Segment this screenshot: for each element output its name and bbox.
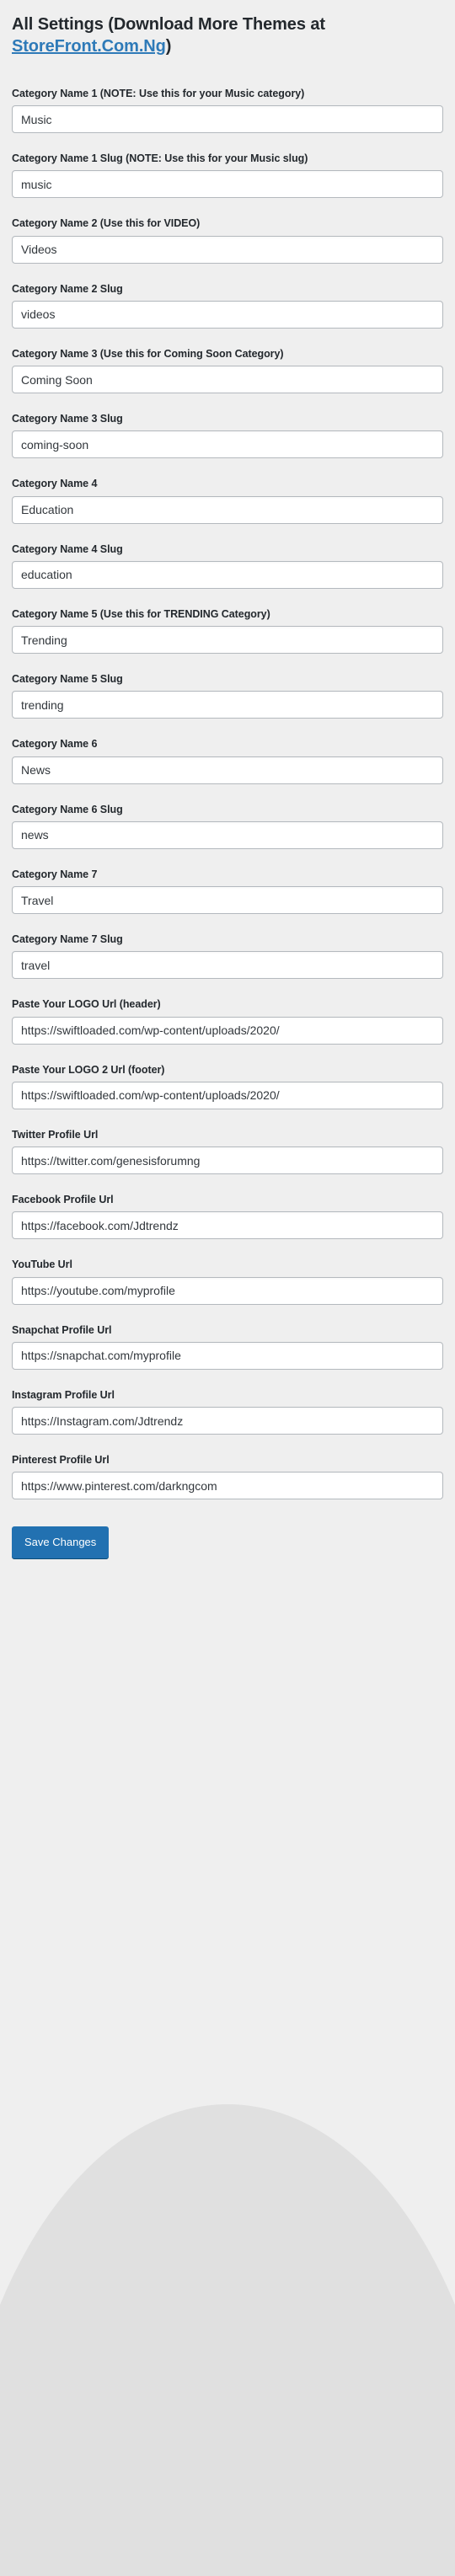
field-category-name-1-slug: Category Name 1 Slug (NOTE: Use this for… <box>12 152 443 199</box>
logo-2-url-footer-label: Paste Your LOGO 2 Url (footer) <box>12 1063 165 1076</box>
logo-url-header-input[interactable] <box>12 1016 443 1045</box>
category-name-4-input[interactable] <box>12 495 443 524</box>
field-category-name-3: Category Name 3 (Use this for Coming Soo… <box>12 347 443 394</box>
logo-2-url-footer-input[interactable] <box>12 1081 443 1109</box>
storefront-link[interactable]: StoreFront.Com.Ng <box>12 37 166 56</box>
field-category-name-6-slug: Category Name 6 Slug <box>12 803 443 849</box>
category-name-1-slug-label: Category Name 1 Slug (NOTE: Use this for… <box>12 152 308 165</box>
field-logo-url-header: Paste Your LOGO Url (header) <box>12 997 443 1045</box>
field-category-name-3-slug: Category Name 3 Slug <box>12 412 443 459</box>
field-youtube-url: YouTube Url <box>12 1258 443 1305</box>
page-title: All Settings (Download More Themes at St… <box>12 0 443 58</box>
field-facebook-profile-url: Facebook Profile Url <box>12 1193 443 1240</box>
save-row: Save Changes <box>12 1526 443 1589</box>
field-category-name-2-slug: Category Name 2 Slug <box>12 282 443 329</box>
category-name-1-input[interactable] <box>12 105 443 134</box>
category-name-5-slug-input[interactable] <box>12 691 443 719</box>
category-name-1-slug-input[interactable] <box>12 170 443 199</box>
category-name-2-slug-label: Category Name 2 Slug <box>12 282 123 295</box>
category-name-5-slug-label: Category Name 5 Slug <box>12 673 123 686</box>
category-name-6-slug-label: Category Name 6 Slug <box>12 803 123 815</box>
instagram-profile-url-input[interactable] <box>12 1407 443 1435</box>
category-name-4-slug-input[interactable] <box>12 560 443 589</box>
category-name-1-label: Category Name 1 (NOTE: Use this for your… <box>12 87 305 99</box>
twitter-profile-url-label: Twitter Profile Url <box>12 1128 99 1141</box>
category-name-3-slug-label: Category Name 3 Slug <box>12 413 123 425</box>
category-name-7-slug-input[interactable] <box>12 951 443 980</box>
category-name-3-input[interactable] <box>12 366 443 394</box>
category-name-3-label: Category Name 3 (Use this for Coming Soo… <box>12 347 284 360</box>
youtube-url-input[interactable] <box>12 1276 443 1305</box>
field-category-name-4: Category Name 4 <box>12 477 443 524</box>
category-name-6-slug-input[interactable] <box>12 820 443 849</box>
facebook-profile-url-label: Facebook Profile Url <box>12 1194 114 1206</box>
bottom-decorative-curve <box>0 2104 455 2576</box>
settings-form: Category Name 1 (NOTE: Use this for your… <box>12 87 443 1590</box>
youtube-url-label: YouTube Url <box>12 1259 72 1271</box>
field-category-name-2: Category Name 2 (Use this for VIDEO) <box>12 216 443 264</box>
snapchat-profile-url-input[interactable] <box>12 1341 443 1370</box>
field-category-name-7-slug: Category Name 7 Slug <box>12 933 443 980</box>
page-title-prefix: All Settings (Download More Themes at <box>12 15 325 34</box>
page-bottom-spacer <box>12 1589 443 1707</box>
page-title-suffix: ) <box>165 37 172 56</box>
field-category-name-1: Category Name 1 (NOTE: Use this for your… <box>12 87 443 134</box>
fields-container: Category Name 1 (NOTE: Use this for your… <box>12 87 443 1500</box>
category-name-7-input[interactable] <box>12 886 443 915</box>
category-name-2-label: Category Name 2 (Use this for VIDEO) <box>12 217 201 230</box>
category-name-7-label: Category Name 7 <box>12 868 98 880</box>
field-category-name-6: Category Name 6 <box>12 737 443 784</box>
category-name-6-label: Category Name 6 <box>12 738 98 751</box>
field-twitter-profile-url: Twitter Profile Url <box>12 1128 443 1175</box>
field-instagram-profile-url: Instagram Profile Url <box>12 1388 443 1435</box>
logo-url-header-label: Paste Your LOGO Url (header) <box>12 998 161 1011</box>
field-category-name-5-slug: Category Name 5 Slug <box>12 672 443 719</box>
instagram-profile-url-label: Instagram Profile Url <box>12 1388 115 1401</box>
pinterest-profile-url-label: Pinterest Profile Url <box>12 1454 110 1467</box>
save-changes-button[interactable]: Save Changes <box>12 1526 110 1559</box>
pinterest-profile-url-input[interactable] <box>12 1472 443 1500</box>
field-logo-2-url-footer: Paste Your LOGO 2 Url (footer) <box>12 1063 443 1109</box>
category-name-7-slug-label: Category Name 7 Slug <box>12 933 123 946</box>
category-name-4-label: Category Name 4 <box>12 478 98 490</box>
snapchat-profile-url-label: Snapchat Profile Url <box>12 1323 112 1336</box>
field-pinterest-profile-url: Pinterest Profile Url <box>12 1453 443 1500</box>
field-category-name-5: Category Name 5 (Use this for TRENDING C… <box>12 607 443 655</box>
field-snapchat-profile-url: Snapchat Profile Url <box>12 1323 443 1370</box>
facebook-profile-url-input[interactable] <box>12 1211 443 1240</box>
field-category-name-4-slug: Category Name 4 Slug <box>12 542 443 589</box>
category-name-2-input[interactable] <box>12 235 443 264</box>
category-name-5-label: Category Name 5 (Use this for TRENDING C… <box>12 607 270 620</box>
field-category-name-7: Category Name 7 <box>12 868 443 915</box>
settings-page: All Settings (Download More Themes at St… <box>0 0 455 1707</box>
category-name-6-input[interactable] <box>12 756 443 784</box>
twitter-profile-url-input[interactable] <box>12 1146 443 1175</box>
category-name-2-slug-input[interactable] <box>12 300 443 329</box>
category-name-4-slug-label: Category Name 4 Slug <box>12 542 123 555</box>
category-name-3-slug-input[interactable] <box>12 430 443 459</box>
category-name-5-input[interactable] <box>12 626 443 655</box>
